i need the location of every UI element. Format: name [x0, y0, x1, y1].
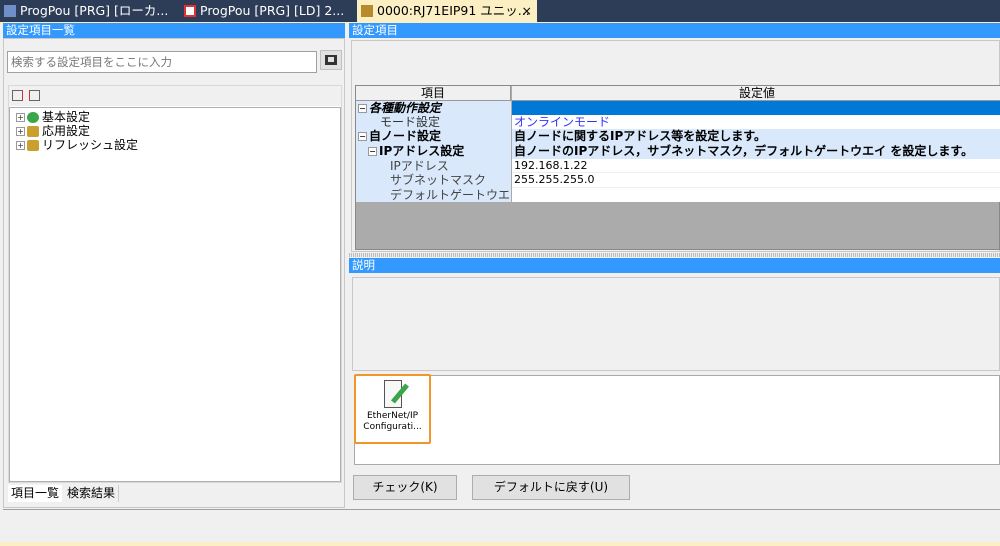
tab-ladder[interactable]: ProgPou [PRG] [LD] 2...: [180, 0, 352, 22]
grid-row[interactable]: デフォルトゲートウエイ: [356, 188, 1000, 202]
tree-item-label: リフレッシュ設定: [42, 138, 139, 152]
value-cell: 自ノードに関するIPアドレス等を設定します。: [512, 129, 1000, 144]
tab-label: 0000:RJ71EIP91 ユニッ...: [377, 3, 530, 18]
grid-row[interactable]: − 自ノード設定 自ノードに関するIPアドレス等を設定します。: [356, 129, 1000, 144]
status-divider: [3, 509, 1000, 510]
value-cell: 自ノードのIPアドレス，サブネットマスク，デフォルトゲートウエイ を設定します。: [512, 144, 1000, 159]
value-cell[interactable]: [512, 188, 1000, 202]
ladder-icon: [184, 5, 196, 17]
search-binoculars-button[interactable]: [320, 50, 342, 70]
column-header-item: 項目: [356, 86, 511, 101]
expand-all-icon[interactable]: [12, 90, 23, 101]
value-cell[interactable]: 192.168.1.22: [512, 159, 1000, 173]
value-cell[interactable]: オンラインモード: [512, 115, 1000, 129]
tree-item-refresh-settings[interactable]: + リフレッシュ設定: [16, 138, 138, 152]
tree-toolbar: [9, 86, 341, 106]
expand-icon[interactable]: +: [16, 141, 25, 150]
item-label: デフォルトゲートウエイ: [356, 188, 511, 202]
pencil-document-icon: [383, 380, 409, 408]
tree-item-label: 応用設定: [42, 124, 91, 138]
collapse-all-icon[interactable]: [29, 90, 40, 101]
grid-row[interactable]: − 各種動作設定: [356, 101, 1000, 115]
expand-icon[interactable]: +: [16, 127, 25, 136]
tab-local-label[interactable]: ProgPou [PRG] [ローカ...: [0, 0, 176, 22]
collapse-icon[interactable]: −: [358, 132, 367, 141]
ethernet-ip-configuration-tool[interactable]: EtherNet/IP Configurati...: [354, 374, 431, 444]
tree-item-label: 基本設定: [42, 110, 91, 124]
item-label: IPアドレス: [356, 159, 511, 173]
tree-item-application-settings[interactable]: + 応用設定: [16, 124, 90, 138]
description-box: [352, 277, 1000, 371]
grid-row[interactable]: IPアドレス 192.168.1.22: [356, 159, 1000, 173]
document-tab-bar: ProgPou [PRG] [ローカ... ProgPou [PRG] [LD]…: [0, 0, 1000, 22]
search-input[interactable]: 検索する設定項目をここに入力: [7, 51, 317, 73]
checked-settings-icon: [27, 112, 39, 123]
tool-area: [354, 375, 1000, 465]
settings-folder-icon: [27, 140, 39, 151]
value-cell[interactable]: 255.255.255.0: [512, 173, 1000, 188]
item-label: モード設定: [356, 115, 511, 129]
item-label: IPアドレス設定: [379, 144, 465, 158]
value-cell-selected[interactable]: [512, 101, 1000, 115]
collapse-icon[interactable]: −: [358, 104, 367, 113]
tool-label-line1: EtherNet/IP: [366, 411, 419, 421]
binoculars-icon: [325, 55, 337, 65]
module-icon: [361, 5, 373, 17]
restore-default-button[interactable]: デフォルトに戻す(U): [472, 475, 630, 500]
splitter[interactable]: [349, 253, 1000, 257]
tab-item-list[interactable]: 項目一覧: [8, 485, 63, 502]
settings-list-header: 設定項目一覧: [3, 23, 345, 38]
settings-grid: 項目 設定値 − 各種動作設定 モード設定 オンラインモード − 自ノード設定 自ノード…: [355, 85, 1000, 250]
tool-label-line2: Configurati...: [363, 422, 422, 432]
description-header: 説明: [349, 258, 1000, 273]
grid-row[interactable]: モード設定 オンラインモード: [356, 115, 1000, 129]
bottom-border: [0, 542, 1000, 546]
settings-folder-icon: [27, 126, 39, 137]
column-header-value: 設定値: [512, 86, 1000, 101]
grid-row[interactable]: サブネットマスク 255.255.255.0: [356, 173, 1000, 188]
tab-label: ProgPou [PRG] [ローカ...: [20, 3, 169, 18]
tree-item-basic-settings[interactable]: + 基本設定: [16, 110, 90, 124]
close-tab-icon[interactable]: ×: [522, 0, 532, 22]
item-label: サブネットマスク: [356, 173, 511, 188]
expand-icon[interactable]: +: [16, 113, 25, 122]
setting-items-header: 設定項目: [349, 23, 1000, 38]
tab-search-results[interactable]: 検索結果: [64, 485, 120, 502]
item-label: 各種動作設定: [369, 101, 442, 115]
tab-label: ProgPou [PRG] [LD] 2...: [200, 3, 345, 18]
check-button[interactable]: チェック(K): [353, 475, 457, 500]
grid-row[interactable]: − IPアドレス設定 自ノードのIPアドレス，サブネットマスク，デフォルトゲートウエ…: [356, 144, 1000, 159]
settings-tree: + 基本設定 + 応用設定 + リフレッシュ設定: [9, 107, 341, 482]
local-label-icon: [4, 5, 16, 17]
collapse-icon[interactable]: −: [368, 147, 377, 156]
item-label: 自ノード設定: [369, 129, 442, 143]
grid-header-row: 項目 設定値: [356, 86, 1000, 101]
tab-module-parameter[interactable]: 0000:RJ71EIP91 ユニッ... ×: [357, 0, 537, 22]
